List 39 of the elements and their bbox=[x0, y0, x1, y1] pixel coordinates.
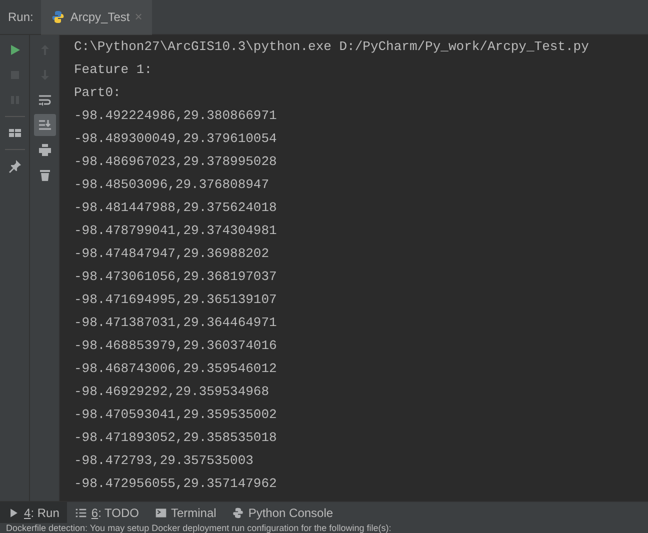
scroll-to-end-icon bbox=[38, 118, 52, 132]
printer-icon bbox=[38, 143, 52, 157]
run-label: Run: bbox=[7, 9, 34, 26]
console-line: -98.478799041,29.374304981 bbox=[74, 222, 278, 240]
tool-window-tab[interactable]: 6: TODO bbox=[67, 502, 147, 524]
python-icon bbox=[232, 506, 244, 518]
console-line: -98.468853979,29.360374016 bbox=[74, 337, 278, 355]
console-line: -98.481447988,29.375624018 bbox=[74, 199, 278, 217]
console-line: C:\Python27\ArcGIS10.3\python.exe D:/PyCharm/Py_work/Arcpy_Test.py bbox=[74, 38, 590, 56]
console-line: -98.472793,29.357535003 bbox=[74, 452, 254, 470]
console-line: -98.474847947,29.36988202 bbox=[74, 245, 270, 263]
console-line: -98.471893052,29.358535018 bbox=[74, 429, 278, 447]
console-line: -98.489300049,29.379610054 bbox=[74, 130, 278, 148]
soft-wrap-icon bbox=[38, 93, 52, 107]
tool-window-tab[interactable]: Python Console bbox=[224, 502, 342, 524]
layout-icon bbox=[8, 126, 22, 140]
console-line: -98.472956055,29.357147962 bbox=[74, 475, 278, 493]
console-line: -98.473061056,29.368197037 bbox=[74, 268, 278, 286]
list-icon bbox=[75, 506, 88, 518]
console-line: -98.492224986,29.380866971 bbox=[74, 107, 278, 125]
pin-icon bbox=[8, 159, 22, 173]
console-line: Part0: bbox=[74, 84, 122, 102]
console-line: -98.486967023,29.378995028 bbox=[74, 153, 278, 171]
console-line: -98.471387031,29.364464971 bbox=[74, 314, 278, 332]
console-line: -98.468743006,29.359546012 bbox=[74, 360, 278, 378]
trash-icon bbox=[38, 168, 52, 182]
tool-window-tab[interactable]: 4: Run bbox=[0, 502, 68, 524]
tool-window-tab[interactable]: Terminal bbox=[146, 502, 224, 524]
console-line: -98.48503096,29.376808947 bbox=[74, 176, 270, 194]
python-logo-icon bbox=[51, 10, 66, 24]
scroll-to-end-button[interactable] bbox=[34, 114, 56, 136]
status-message: Dockerfile detection: You may setup Docker deployment run configuration for the following file(s): bbox=[5, 523, 392, 533]
terminal-icon bbox=[154, 506, 167, 518]
console-line: Feature 1: bbox=[74, 61, 154, 79]
console-line: -98.470593041,29.359535002 bbox=[74, 406, 278, 424]
play-icon bbox=[8, 506, 20, 518]
console-line: -98.471694995,29.365139107 bbox=[74, 291, 278, 309]
console-line: -98.46929292,29.359534968 bbox=[74, 383, 270, 401]
run-tab[interactable]: Arcpy_Test × bbox=[41, 0, 152, 34]
